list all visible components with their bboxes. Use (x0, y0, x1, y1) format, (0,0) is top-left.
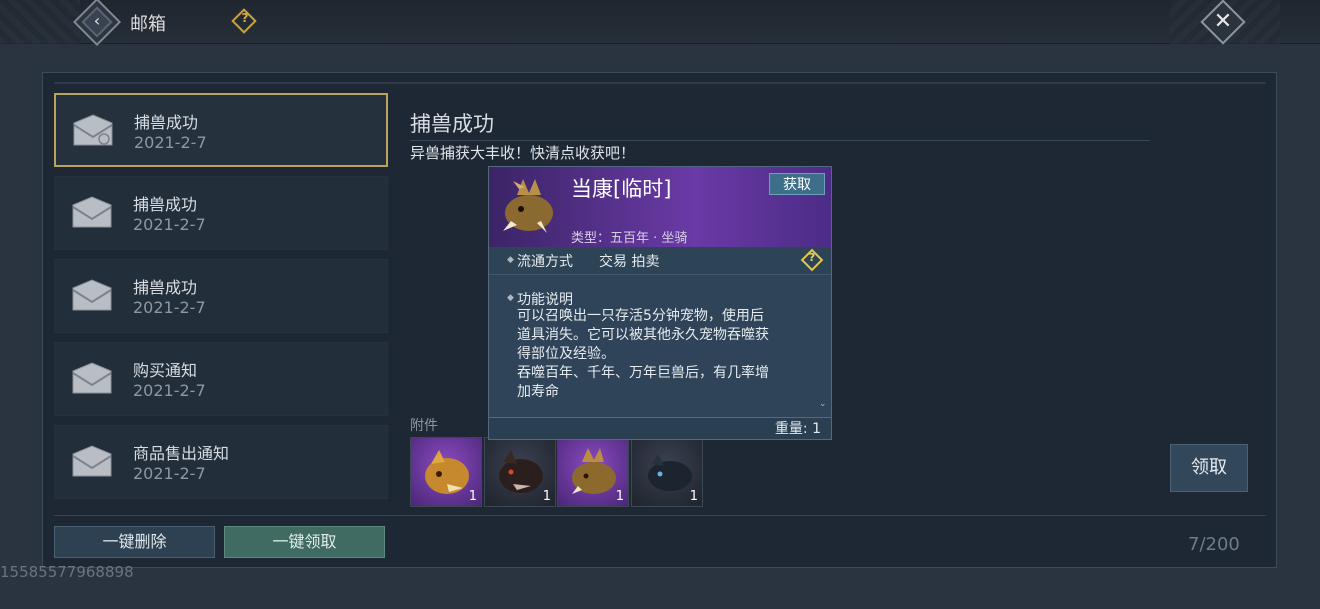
top-left-decoration (0, 0, 80, 44)
description-line: 道具消失。它可以被其他永久宠物吞噬获 (517, 327, 769, 343)
mail-date: 2021-2-7 (133, 464, 206, 483)
watermark: 15585577968898 (0, 563, 134, 581)
mail-item[interactable]: 捕兽成功 2021-2-7 (54, 93, 388, 167)
bullet-icon: ◆ (507, 293, 514, 303)
envelope-icon (72, 279, 112, 311)
get-button[interactable]: 获取 (769, 173, 825, 195)
attachment-qty: 1 (689, 489, 698, 504)
mail-date: 2021-2-7 (133, 215, 206, 234)
mail-content-body: 异兽捕获大丰收！快清点收获吧！ (410, 144, 636, 162)
attachment-slot[interactable]: 1 (631, 437, 703, 507)
item-tooltip: 当康[临时] 获取 类型：五百年 · 坐骑 ◆ 流通方式 交易 拍卖 ? ◆ 功… (488, 166, 832, 440)
circulation-value: 交易 拍卖 (599, 254, 660, 270)
description-line: 吞噬百年、千年、万年巨兽后，有几率增 (517, 365, 769, 381)
top-bar (0, 0, 1320, 44)
attachment-slot[interactable]: 1 (557, 437, 629, 507)
mail-item[interactable]: 商品售出通知 2021-2-7 (54, 425, 388, 499)
attachments-label: 附件 (410, 418, 438, 434)
envelope-icon (73, 114, 113, 146)
claim-all-button[interactable]: 一键领取 (224, 526, 385, 558)
claim-button[interactable]: 领取 (1170, 444, 1248, 492)
attachment-qty: 1 (468, 489, 477, 504)
mail-date: 2021-2-7 (133, 381, 206, 400)
attachment-qty: 1 (542, 489, 551, 504)
page-title: 邮箱 (130, 14, 166, 35)
mail-item[interactable]: 捕兽成功 2021-2-7 (54, 176, 388, 250)
panel-divider (54, 82, 1266, 84)
bottom-divider (54, 515, 1266, 516)
mail-title: 商品售出通知 (133, 444, 230, 463)
envelope-icon (72, 362, 112, 394)
item-weight: 重量: 1 (774, 421, 821, 437)
boar-portrait-icon (503, 179, 553, 233)
bullet-icon: ◆ (507, 255, 514, 265)
mail-item[interactable]: 购买通知 2021-2-7 (54, 342, 388, 416)
mail-content-title: 捕兽成功 (410, 112, 494, 136)
mail-item[interactable]: 捕兽成功 2021-2-7 (54, 259, 388, 333)
mail-count: 7/200 (1188, 534, 1240, 555)
back-arrow-icon[interactable]: ‹ (88, 10, 106, 32)
attachment-slot[interactable]: 1 (484, 437, 556, 507)
item-description: 可以召唤出一只存活5分钟宠物，使用后 道具消失。它可以被其他永久宠物吞噬获 得部… (517, 307, 813, 402)
delete-all-button[interactable]: 一键删除 (54, 526, 215, 558)
help-icon[interactable]: ? (804, 251, 820, 264)
mail-title: 捕兽成功 (133, 278, 198, 297)
mail-date: 2021-2-7 (134, 133, 207, 152)
description-line: 加寿命 (517, 384, 559, 400)
function-label: 功能说明 (517, 292, 573, 308)
description-line: 得部位及经验。 (517, 346, 615, 362)
mail-title: 捕兽成功 (133, 195, 198, 214)
attachment-slot[interactable]: 1 (410, 437, 482, 507)
attachment-qty: 1 (615, 489, 624, 504)
item-name: 当康[临时] (571, 177, 672, 201)
description-line: 可以召唤出一只存活5分钟宠物，使用后 (517, 308, 764, 324)
close-icon[interactable]: ✕ (1207, 6, 1239, 38)
mail-title: 购买通知 (133, 361, 198, 380)
envelope-icon (72, 196, 112, 228)
help-icon[interactable]: ? (236, 11, 254, 25)
mail-title: 捕兽成功 (134, 113, 199, 132)
circulation-label: 流通方式 (517, 254, 573, 270)
scroll-down-icon[interactable]: ⌄ (819, 399, 827, 409)
envelope-icon (72, 445, 112, 477)
content-divider (410, 140, 1150, 141)
mail-date: 2021-2-7 (133, 298, 206, 317)
item-type: 类型：五百年 · 坐骑 (571, 231, 688, 246)
